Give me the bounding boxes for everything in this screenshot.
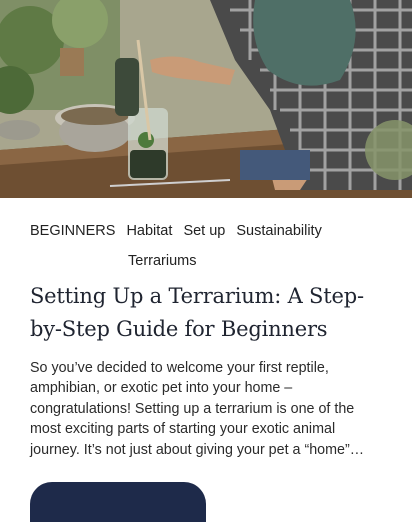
tag-beginners[interactable]: BEGINNERS (30, 223, 115, 239)
tag-terrariums[interactable]: Terrariums (128, 246, 196, 276)
article-excerpt: So you’ve decided to welcome your first … (30, 360, 365, 458)
tag-sustainability[interactable]: Sustainability (236, 223, 321, 239)
tag-set-up[interactable]: Set up (183, 223, 225, 239)
hero-image[interactable] (0, 0, 412, 198)
terrarium-photo-image (0, 0, 412, 198)
read-more-button[interactable] (30, 482, 206, 522)
tag-row: BEGINNERS Habitat Set up Sustainability (30, 216, 329, 246)
tag-habitat[interactable]: Habitat (126, 223, 172, 239)
article-card: BEGINNERS Habitat Set up Sustainability … (0, 0, 412, 522)
article-title[interactable]: Setting Up a Terrarium: A Step-by-Step G… (30, 280, 390, 346)
